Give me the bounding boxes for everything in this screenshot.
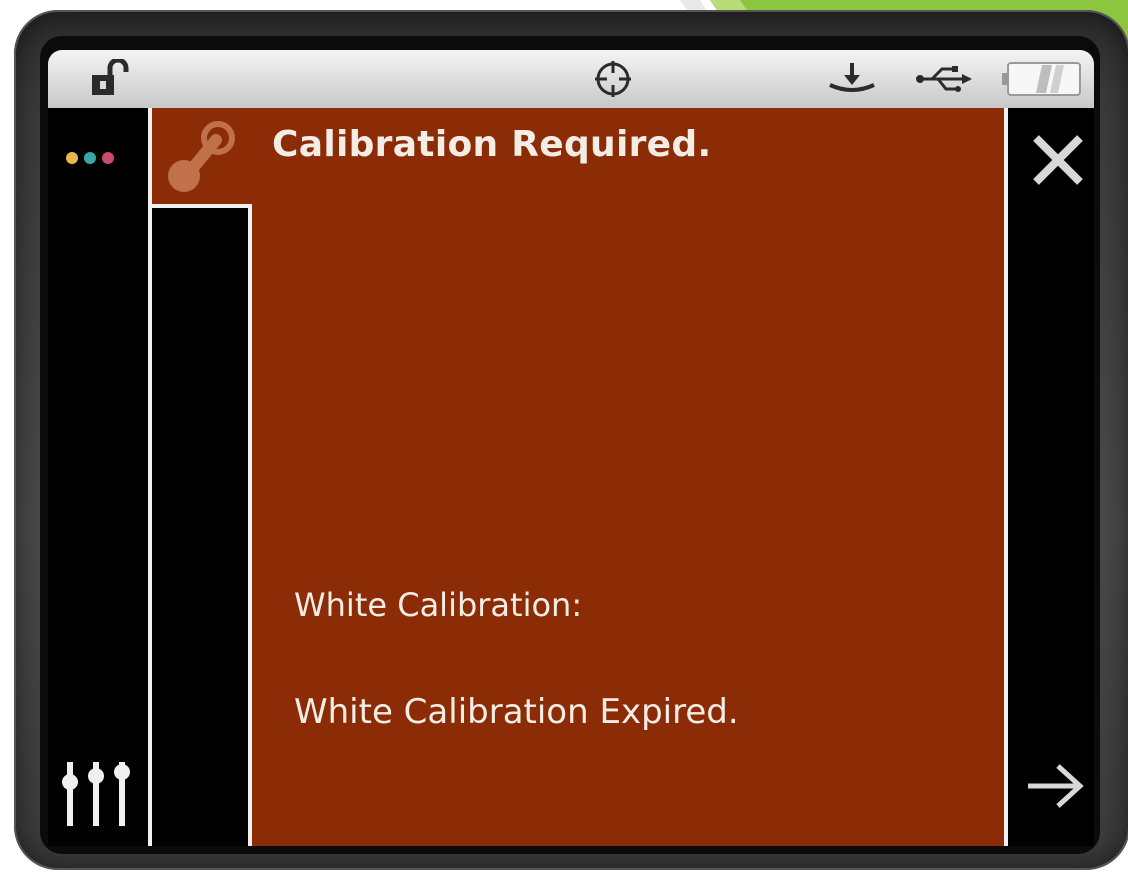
right-rail	[1008, 108, 1094, 846]
crosshair-target-icon[interactable]	[588, 58, 638, 100]
dot-pink	[102, 152, 114, 164]
close-icon	[1033, 135, 1083, 185]
device-bezel: Calibration Required. White Calibration:…	[14, 10, 1128, 870]
side-panel	[152, 204, 252, 846]
close-button[interactable]	[1028, 130, 1088, 190]
dot-yellow	[66, 152, 78, 164]
status-bar	[48, 50, 1094, 108]
usb-icon[interactable]	[912, 58, 976, 100]
device-screen-frame: Calibration Required. White Calibration:…	[40, 36, 1100, 854]
unlocked-padlock-icon[interactable]	[84, 58, 138, 100]
mixer-sliders-icon[interactable]	[56, 758, 136, 828]
arrow-right-icon	[1028, 764, 1084, 808]
dialog-panel: Calibration Required. White Calibration:…	[152, 108, 1008, 846]
device-screen: Calibration Required. White Calibration:…	[48, 108, 1094, 846]
left-rail	[48, 108, 148, 846]
next-button[interactable]	[1022, 758, 1086, 814]
link-chain-icon	[160, 114, 244, 198]
color-dots-icon[interactable]	[66, 152, 114, 164]
dialog-title: Calibration Required.	[272, 124, 712, 165]
calibration-label: White Calibration:	[294, 586, 583, 624]
battery-icon	[1000, 58, 1084, 100]
calibration-message: White Calibration Expired.	[294, 692, 739, 732]
dot-teal	[84, 152, 96, 164]
download-tray-icon[interactable]	[824, 58, 880, 100]
